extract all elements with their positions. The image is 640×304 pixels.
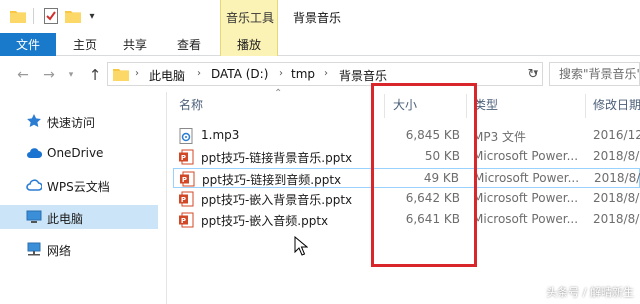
- sidebar-item-this-pc[interactable]: 此电脑: [0, 205, 158, 229]
- up-arrow-icon[interactable]: ↑: [86, 66, 104, 84]
- cloud-icon: [27, 148, 42, 159]
- file-name: 1.mp3: [201, 128, 240, 142]
- title-bar: ▾ 音乐工具 背景音乐: [0, 0, 640, 33]
- svg-text:P: P: [181, 196, 186, 204]
- column-divider[interactable]: [585, 94, 586, 118]
- window-title: 背景音乐: [293, 11, 342, 25]
- refresh-icon[interactable]: ↻: [522, 62, 544, 86]
- pptx-file-icon: P: [179, 212, 194, 228]
- sidebar-item-label: WPS云文档: [47, 180, 110, 194]
- sort-chevron-icon: ⌃: [274, 88, 283, 99]
- mouse-cursor-icon: [294, 236, 308, 256]
- file-type: Microsoft Power...: [473, 191, 579, 205]
- file-name: ppt技巧-嵌入音频.pptx: [201, 214, 329, 228]
- column-header-name[interactable]: 名称: [179, 96, 203, 116]
- tab-file[interactable]: 文件: [0, 33, 56, 56]
- sidebar-item-label: 快速访问: [47, 116, 96, 130]
- column-header-date[interactable]: 修改日期: [593, 96, 640, 116]
- pptx-file-icon: P: [180, 171, 195, 187]
- breadcrumb-tmp[interactable]: tmp: [291, 67, 315, 81]
- properties-icon[interactable]: [42, 7, 60, 25]
- column-header-type[interactable]: 类型: [474, 96, 498, 116]
- search-input[interactable]: [550, 63, 639, 85]
- file-name: ppt技巧-嵌入背景音乐.pptx: [201, 193, 353, 207]
- file-date: 2018/8/: [593, 149, 640, 163]
- sidebar-item-wps-cloud[interactable]: WPS云文档: [0, 173, 158, 197]
- ribbon-tabs: 文件 主页 共享 查看 播放: [0, 33, 640, 56]
- breadcrumb-separator-icon[interactable]: ›: [324, 68, 328, 79]
- file-type: Microsoft Power...: [473, 212, 579, 226]
- tab-home[interactable]: 主页: [62, 33, 108, 56]
- file-date: 2016/12: [593, 128, 640, 142]
- file-type: MP3 文件: [473, 130, 527, 144]
- customize-toolbar-icon[interactable]: ▾: [86, 7, 98, 25]
- computer-icon: [26, 210, 42, 223]
- folder-icon: [113, 69, 129, 81]
- new-folder-icon[interactable]: [64, 7, 82, 25]
- file-name: ppt技巧-链接到音频.pptx: [202, 173, 342, 187]
- breadcrumb-current-folder[interactable]: 背景音乐: [339, 67, 387, 84]
- file-date: 2018/8/: [593, 212, 640, 226]
- audio-file-icon: [179, 128, 193, 144]
- svg-text:P: P: [182, 176, 187, 184]
- watermark: 头条号 / 解晴新生: [546, 286, 634, 299]
- folder-icon[interactable]: [9, 7, 27, 25]
- context-tab-title: 音乐工具: [226, 11, 275, 25]
- sidebar-item-network[interactable]: 网络: [0, 237, 158, 261]
- star-icon: [27, 114, 41, 127]
- svg-text:P: P: [181, 154, 186, 162]
- breadcrumb-separator-icon[interactable]: ›: [135, 68, 139, 79]
- search-box[interactable]: [549, 62, 640, 86]
- tab-share[interactable]: 共享: [112, 33, 158, 56]
- breadcrumb-data-drive[interactable]: DATA (D:): [211, 67, 268, 81]
- navigation-bar: ← → ▾ ↑ › 此电脑 › DATA (D:) › tmp › 背景音乐 ▾…: [0, 56, 640, 92]
- file-type: Microsoft Power...: [474, 171, 580, 185]
- quick-access-divider: [33, 8, 34, 24]
- sidebar-item-label: OneDrive: [47, 146, 104, 160]
- pane-divider[interactable]: [166, 92, 167, 304]
- sidebar-item-quick-access[interactable]: 快速访问: [0, 109, 158, 133]
- navigation-pane: 快速访问 OneDrive WPS云文档 此电脑 网络: [0, 92, 166, 304]
- recent-locations-chevron-icon[interactable]: ▾: [62, 66, 80, 84]
- back-arrow-icon[interactable]: ←: [14, 66, 32, 84]
- breadcrumb-this-pc[interactable]: 此电脑: [149, 67, 185, 84]
- highlight-annotation: [371, 83, 477, 267]
- sidebar-item-onedrive[interactable]: OneDrive: [0, 141, 158, 165]
- file-date: 2018/8/: [594, 171, 640, 185]
- pptx-file-icon: P: [179, 191, 194, 207]
- sidebar-item-label: 网络: [47, 244, 72, 258]
- breadcrumb-separator-icon[interactable]: ›: [197, 68, 201, 79]
- file-date: 2018/8/: [593, 191, 640, 205]
- sidebar-item-label: 此电脑: [47, 212, 84, 226]
- tab-view[interactable]: 查看: [166, 33, 212, 56]
- forward-arrow-icon[interactable]: →: [40, 66, 58, 84]
- svg-text:P: P: [181, 217, 186, 225]
- tab-play[interactable]: 播放: [220, 33, 278, 56]
- breadcrumb-separator-icon[interactable]: ›: [279, 68, 283, 79]
- address-bar[interactable]: › 此电脑 › DATA (D:) › tmp › 背景音乐 ▾: [107, 62, 543, 86]
- file-type: Microsoft Power...: [473, 149, 579, 163]
- pptx-file-icon: P: [179, 149, 194, 165]
- file-name: ppt技巧-链接背景音乐.pptx: [201, 151, 353, 165]
- wps-cloud-icon: [26, 179, 42, 191]
- network-icon: [27, 242, 41, 256]
